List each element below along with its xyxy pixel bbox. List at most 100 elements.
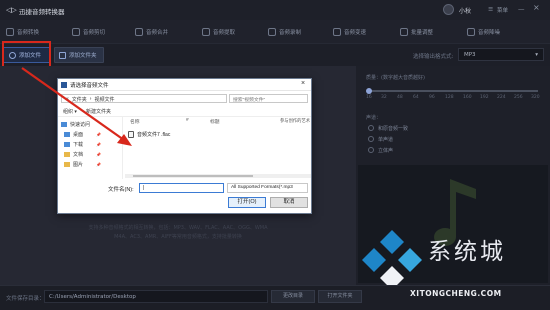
tick-label: 224: [497, 95, 506, 100]
dialog-search-input[interactable]: 搜索"视频文件": [229, 94, 308, 103]
tab-noise-reduce[interactable]: 音频降噪: [467, 25, 500, 39]
address-segment-current[interactable]: 视频文件: [94, 96, 114, 103]
tab-audio-speed[interactable]: 音频变速: [333, 25, 366, 39]
filename-label: 文件名(N):: [108, 187, 134, 193]
output-format-value: MP3: [464, 51, 476, 58]
menu-icon[interactable]: ≡: [488, 5, 493, 13]
column-title[interactable]: 标题: [210, 118, 220, 125]
open-folder-button[interactable]: 打开文件夹: [318, 290, 362, 303]
tab-audio-convert[interactable]: 音频转换: [6, 25, 39, 39]
document-icon: [64, 152, 70, 157]
tick-label: 320: [531, 95, 540, 100]
address-bar[interactable]: « 文件夹 › 视频文件: [61, 94, 227, 103]
tick-label: 160: [463, 95, 472, 100]
add-folder-button[interactable]: 添加文件夹: [54, 47, 104, 63]
drop-hint: 支持多种音频格式的相互转换，包括：MP3、WAV、FLAC、AAC、OGG、WM…: [88, 225, 268, 231]
drop-hint-2: M4A、AC3、AMR、AIFF等常用音频格式，支持批量转换: [114, 234, 242, 240]
column-name[interactable]: 名称: [130, 118, 140, 125]
address-back-icon[interactable]: «: [66, 96, 69, 102]
app-title: 迅捷音频转换器: [19, 8, 65, 16]
desktop-icon: [64, 132, 70, 137]
tick-label: 64: [413, 95, 419, 100]
dialog-title-bar: 请选择音频文件 ×: [58, 79, 311, 91]
quality-label: 质量：(数字越大音质越好): [366, 75, 425, 81]
menu-label[interactable]: 菜单: [497, 6, 508, 14]
cancel-button[interactable]: 取消: [270, 197, 308, 208]
close-icon[interactable]: ×: [533, 3, 540, 12]
radio-icon: [368, 147, 374, 153]
channel-option-original[interactable]: 和原音频一致: [368, 124, 458, 132]
scissors-icon: [72, 28, 80, 36]
column-artist[interactable]: 参与创作的艺术: [280, 118, 310, 124]
tab-audio-merge[interactable]: 音频合并: [135, 25, 168, 39]
audio-file-icon: [128, 131, 134, 138]
noise-icon: [467, 28, 475, 36]
tick-label: 32: [381, 95, 387, 100]
dialog-toolbar: 组织 ▾ 新建文件夹: [58, 106, 311, 117]
tab-audio-extract[interactable]: 音频提取: [202, 25, 235, 39]
tab-batch-adjust[interactable]: 批量调整: [400, 25, 433, 39]
address-segment[interactable]: 文件夹: [72, 96, 87, 103]
file-item[interactable]: 音频文件7 .flac: [128, 131, 170, 138]
watermark-url: XITONGCHENG.COM: [410, 289, 502, 298]
channel-label: 声道：: [366, 115, 382, 121]
tab-audio-cut[interactable]: 音频剪切: [72, 25, 105, 39]
quality-slider[interactable]: [366, 88, 538, 94]
output-dir-label: 文件保存目录：: [6, 296, 45, 302]
speed-icon: [333, 28, 341, 36]
tick-label: 96: [429, 95, 435, 100]
navigation-tree: 快速访问 桌面 📌 下载 📌 文档 📌 图片 📌: [58, 117, 123, 179]
dialog-title: 请选择音频文件: [70, 83, 109, 89]
highlight-box: [2, 41, 51, 68]
horizontal-scrollbar[interactable]: [125, 174, 311, 178]
microphone-icon: [268, 28, 276, 36]
tab-bar: 音频转换 音频剪切 音频合并 音频提取 音频录制 音频变速 批量调整 音频降噪: [0, 20, 550, 44]
convert-icon: [6, 28, 14, 36]
organize-menu[interactable]: 组织 ▾: [63, 108, 77, 115]
dialog-close-icon[interactable]: ×: [301, 80, 305, 87]
output-format-select[interactable]: MP3 ▾: [458, 48, 544, 61]
output-format-label: 选择输出格式式:: [413, 54, 454, 60]
avatar[interactable]: [443, 4, 454, 15]
scrollbar-thumb[interactable]: [133, 175, 253, 177]
user-name[interactable]: 小秋: [459, 6, 471, 15]
title-bar: ◁▷ 迅捷音频转换器 小秋 ≡ 菜单 — ×: [0, 0, 550, 20]
slider-handle[interactable]: [366, 88, 372, 94]
slider-track: [368, 90, 538, 92]
minimize-icon[interactable]: —: [518, 5, 525, 13]
tick-label: 256: [514, 95, 523, 100]
filename-input[interactable]: |: [139, 183, 224, 193]
dialog-app-icon: [61, 82, 67, 88]
channel-option-mono[interactable]: 单声道: [368, 135, 458, 143]
download-icon: [64, 142, 70, 147]
filetype-select[interactable]: All Supported Formats(*.mp3: [227, 183, 308, 193]
tab-audio-record[interactable]: 音频录制: [268, 25, 301, 39]
chevron-down-icon: ▾: [535, 51, 538, 58]
pin-icon: 📌: [96, 162, 101, 167]
open-button[interactable]: 打开(O): [228, 197, 266, 208]
tree-item-pictures[interactable]: 图片 📌: [64, 161, 101, 168]
change-dir-button[interactable]: 更改目录: [271, 290, 315, 303]
watermark-logo-icon: [360, 228, 424, 292]
watermark-text: 系统城: [428, 239, 506, 265]
tree-item-documents[interactable]: 文档 📌: [64, 151, 101, 158]
extract-icon: [202, 28, 210, 36]
merge-icon: [135, 28, 143, 36]
tick-label: 16: [366, 95, 372, 100]
tick-label: 128: [445, 95, 454, 100]
open-file-dialog: 请选择音频文件 × « 文件夹 › 视频文件 搜索"视频文件" 组织 ▾ 新建文…: [57, 78, 312, 214]
radio-icon: [368, 125, 374, 131]
output-dir-field[interactable]: C:/Users/Administrator/Desktop: [44, 290, 268, 303]
tree-item-downloads[interactable]: 下载 📌: [64, 141, 101, 148]
column-number[interactable]: #: [186, 118, 189, 123]
pin-icon: 📌: [96, 142, 101, 147]
channel-option-stereo[interactable]: 立体声: [368, 146, 458, 154]
address-separator: ›: [89, 96, 92, 102]
folder-icon: [59, 51, 66, 59]
tree-item-quick-access[interactable]: 快速访问: [61, 121, 90, 128]
file-name: 音频文件7 .flac: [137, 132, 171, 138]
tree-item-desktop[interactable]: 桌面 📌: [64, 131, 101, 138]
new-folder-button[interactable]: 新建文件夹: [86, 108, 111, 115]
picture-icon: [64, 162, 70, 167]
adjust-icon: [400, 28, 408, 36]
